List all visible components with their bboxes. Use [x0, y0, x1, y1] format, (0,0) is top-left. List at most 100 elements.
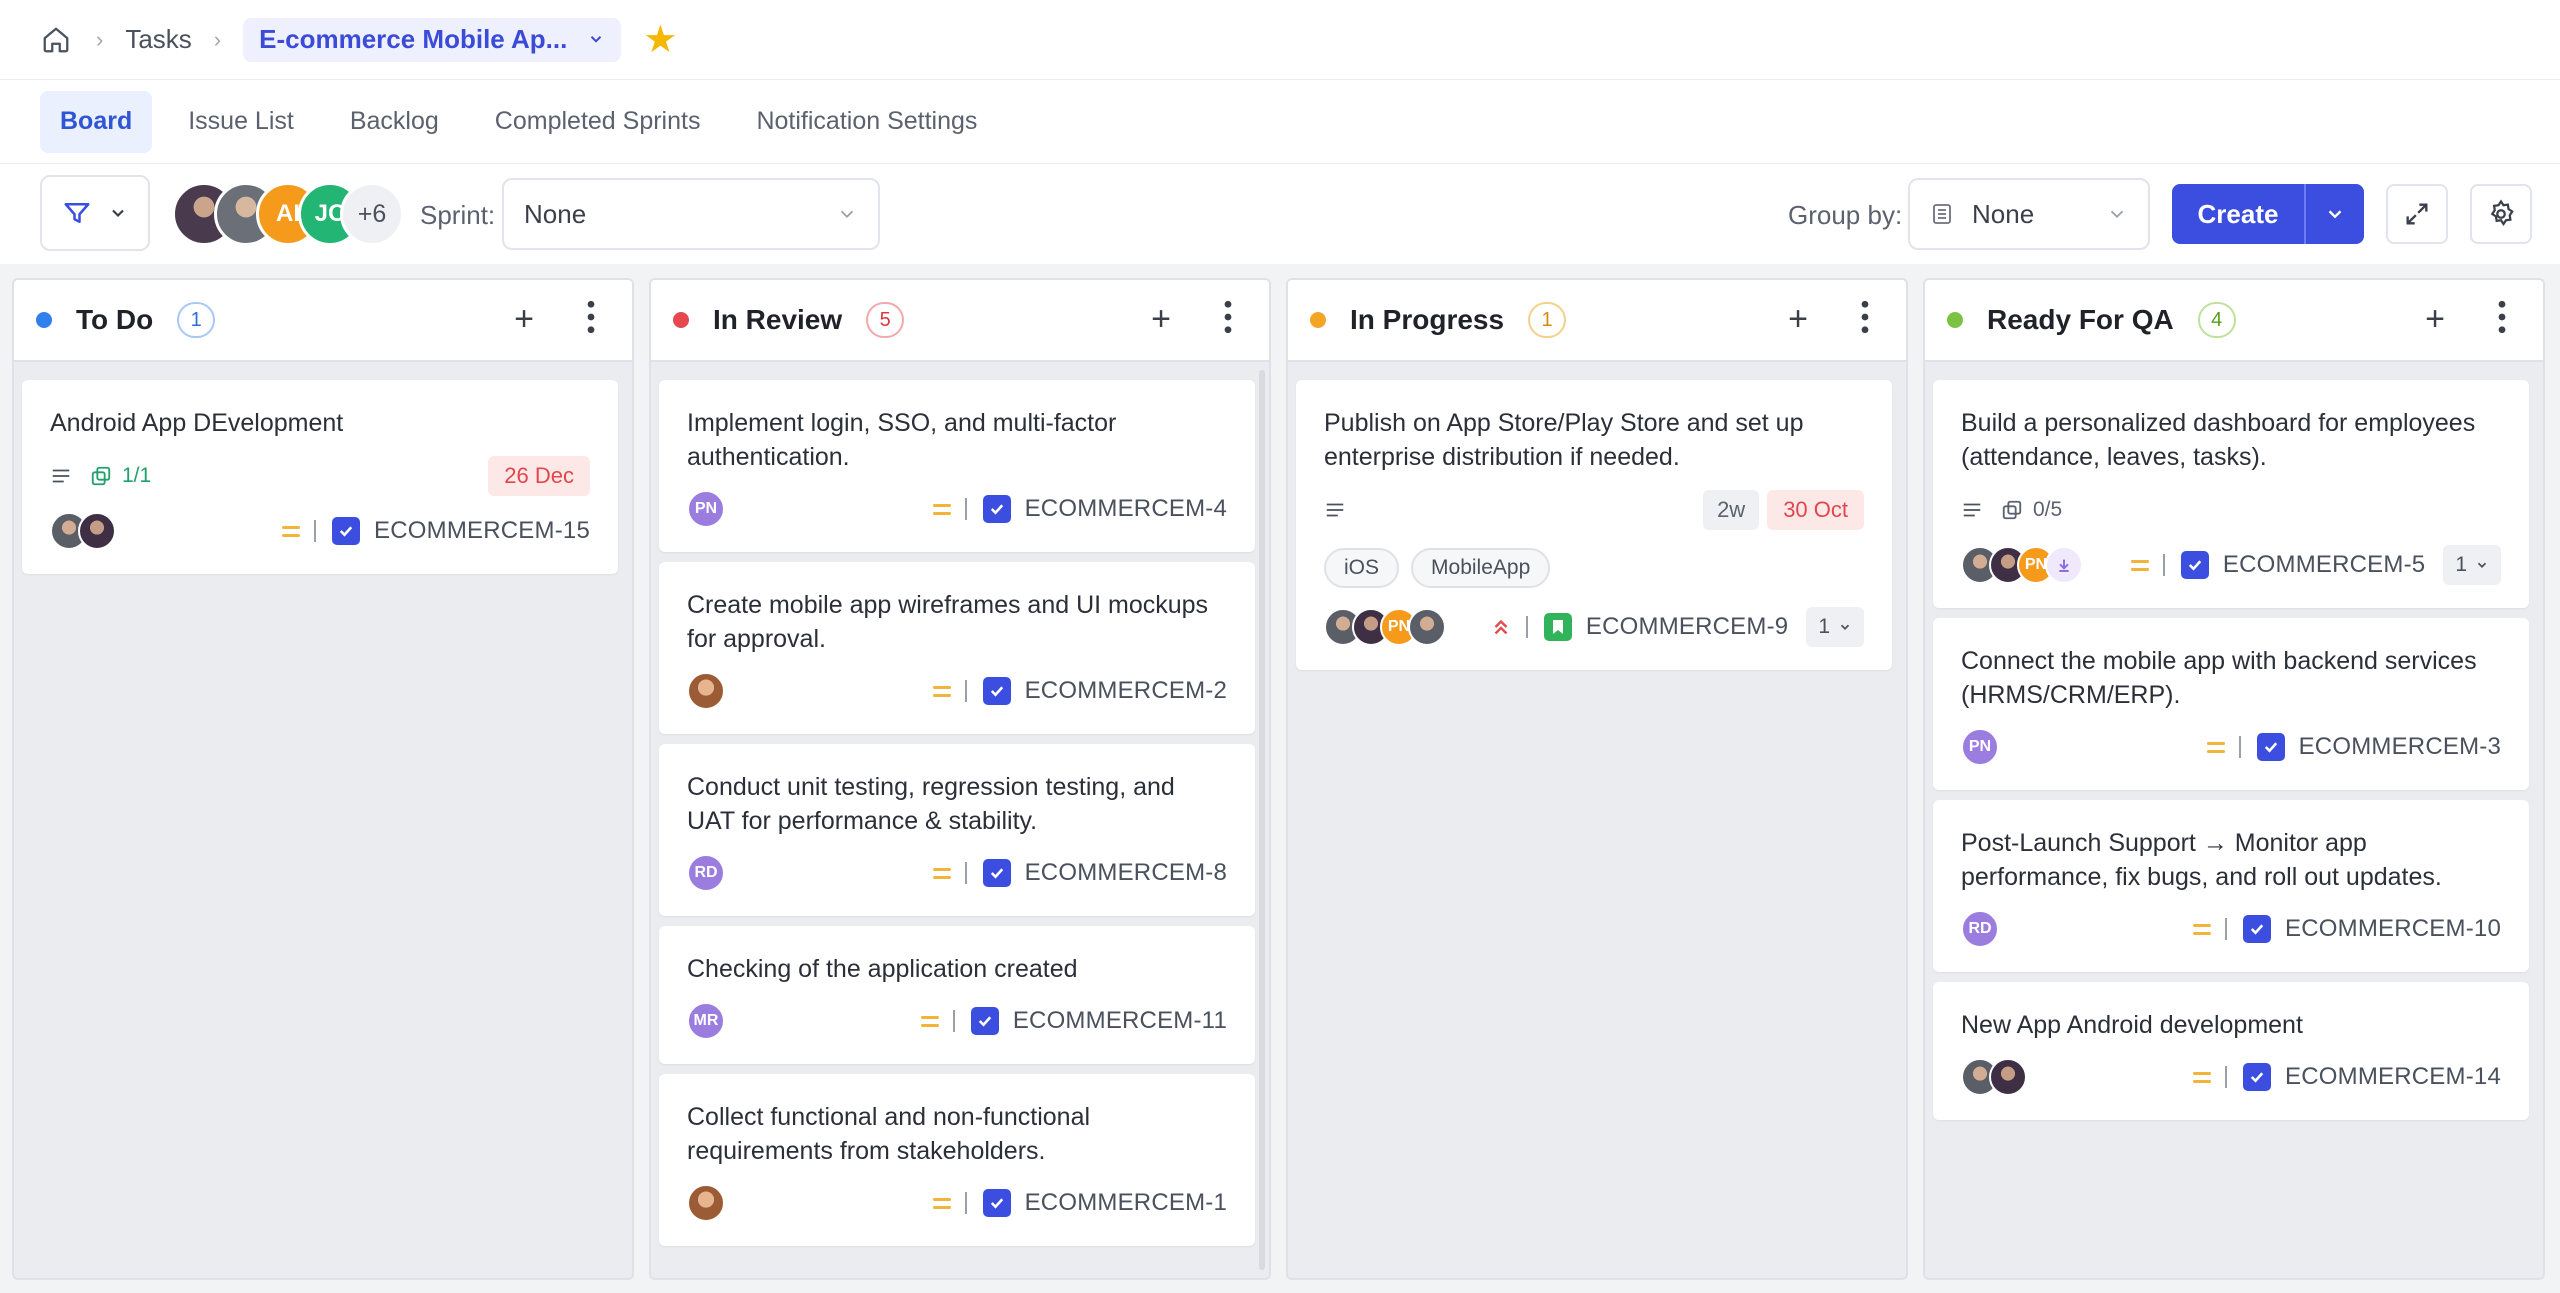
project-name: E-commerce Mobile Ap... — [259, 24, 568, 54]
task-type-icon — [2243, 915, 2272, 943]
tab-board[interactable]: Board — [40, 90, 153, 153]
home-icon[interactable] — [38, 22, 74, 58]
task-type-icon — [982, 1189, 1011, 1217]
avatar[interactable]: PN — [687, 490, 725, 528]
issue-key[interactable]: ECOMMERCEM-14 — [2285, 1063, 2501, 1091]
priority-medium-icon — [932, 867, 951, 879]
groupby-select[interactable]: None — [1908, 178, 2150, 250]
task-card[interactable]: Connect the mobile app with backend serv… — [1933, 618, 2529, 790]
add-card-button[interactable]: + — [1788, 302, 1808, 336]
task-type-icon — [2180, 551, 2209, 579]
card-title: Build a personalized dashboard for emplo… — [1961, 409, 2476, 471]
task-card[interactable]: Conduct unit testing, regression testing… — [659, 744, 1255, 916]
issue-key[interactable]: ECOMMERCEM-3 — [2299, 733, 2501, 761]
column-scrollbar[interactable] — [1259, 370, 1265, 1270]
column-title: Ready For QA — [1987, 304, 2174, 335]
description-icon — [1326, 503, 1344, 517]
priority-medium-icon — [932, 685, 951, 697]
task-card[interactable]: Android App DEvelopment 1/1 26 Dec ECOMM… — [22, 380, 618, 574]
tab-notification-settings[interactable]: Notification Settings — [736, 91, 997, 153]
card-title: Implement login, SSO, and multi-factor a… — [687, 409, 1117, 471]
more-options-icon[interactable] — [2497, 300, 2507, 339]
sprint-select[interactable]: None — [502, 178, 880, 250]
more-members-button[interactable]: +6 — [340, 182, 404, 246]
task-card[interactable]: Create mobile app wireframes and UI mock… — [659, 562, 1255, 734]
task-type-icon — [2256, 733, 2285, 761]
tag[interactable]: MobileApp — [1411, 548, 1551, 588]
tab-completed-sprints[interactable]: Completed Sprints — [475, 91, 721, 153]
priority-medium-icon — [282, 525, 301, 537]
avatar[interactable]: RD — [687, 854, 725, 892]
priority-high-icon — [1490, 616, 1512, 638]
issue-key[interactable]: ECOMMERCEM-15 — [374, 517, 590, 545]
create-dropdown-button[interactable] — [2306, 184, 2364, 244]
task-card[interactable]: Post-Launch Support → Monitor app perfor… — [1933, 800, 2529, 972]
vote-count-badge[interactable]: 1 — [2443, 545, 2501, 585]
expand-icon — [2406, 203, 2428, 225]
tag[interactable]: iOS — [1324, 548, 1400, 588]
vote-count: 1 — [2455, 553, 2467, 576]
issue-key[interactable]: ECOMMERCEM-1 — [1025, 1189, 1227, 1217]
story-type-icon — [1543, 613, 1572, 641]
issue-key[interactable]: ECOMMERCEM-8 — [1025, 859, 1227, 887]
issue-key[interactable]: ECOMMERCEM-5 — [2223, 551, 2425, 579]
task-type-icon — [2243, 1063, 2272, 1091]
task-card[interactable]: Collect functional and non-functional re… — [659, 1074, 1255, 1246]
issue-key[interactable]: ECOMMERCEM-11 — [1013, 1007, 1227, 1035]
issue-key[interactable]: ECOMMERCEM-2 — [1025, 677, 1227, 705]
filter-button[interactable] — [40, 175, 150, 251]
groupby-value: None — [1972, 198, 2035, 229]
column-header: In Progress 1 + — [1288, 280, 1906, 362]
avatar[interactable] — [78, 512, 116, 550]
task-card[interactable]: Checking of the application created MR E… — [659, 926, 1255, 1064]
issue-key[interactable]: ECOMMERCEM-9 — [1586, 613, 1788, 641]
task-type-icon — [982, 495, 1011, 523]
breadcrumb-tasks[interactable]: Tasks — [125, 24, 191, 55]
add-card-button[interactable]: + — [2425, 302, 2445, 336]
more-options-icon[interactable] — [1860, 300, 1870, 339]
column-header: Ready For QA 4 + — [1925, 280, 2543, 362]
column-count: 1 — [177, 302, 216, 338]
status-dot — [1947, 312, 1963, 328]
avatar[interactable] — [1989, 1058, 2027, 1096]
create-button[interactable]: Create — [2172, 184, 2306, 244]
star-icon[interactable]: ★ — [643, 21, 677, 59]
priority-medium-icon — [2193, 923, 2212, 935]
estimate-badge: 2w — [1703, 490, 1760, 530]
toolbar: AI JC +6 Sprint: None Group by: None Cre… — [0, 164, 2560, 264]
avatar[interactable] — [1408, 608, 1446, 646]
priority-medium-icon — [920, 1015, 939, 1027]
vote-count-badge[interactable]: 1 — [1806, 607, 1864, 647]
more-options-icon[interactable] — [586, 300, 596, 339]
add-card-button[interactable]: + — [514, 302, 534, 336]
settings-icon — [2490, 199, 2514, 227]
more-options-icon[interactable] — [1223, 300, 1233, 339]
issue-key[interactable]: ECOMMERCEM-4 — [1025, 495, 1227, 523]
expand-button[interactable] — [2386, 184, 2448, 244]
avatar[interactable] — [687, 1184, 725, 1222]
chevron-down-icon — [2328, 210, 2342, 219]
subtask-count: 0/5 — [2033, 498, 2063, 521]
avatar[interactable]: RD — [1961, 910, 1999, 948]
issue-key[interactable]: ECOMMERCEM-10 — [2285, 915, 2501, 943]
tab-issue-list[interactable]: Issue List — [168, 91, 314, 153]
task-card[interactable]: Publish on App Store/Play Store and set … — [1296, 380, 1892, 670]
tab-backlog[interactable]: Backlog — [330, 91, 459, 153]
chevron-down-icon — [2477, 562, 2487, 568]
chevron-right-icon: › — [213, 26, 222, 52]
column-title: To Do — [76, 304, 154, 335]
task-card[interactable]: Build a personalized dashboard for emplo… — [1933, 380, 2529, 608]
avatar[interactable] — [2045, 546, 2083, 584]
add-card-button[interactable]: + — [1151, 302, 1171, 336]
avatar[interactable]: PN — [1961, 728, 1999, 766]
create-button-group: Create — [2172, 184, 2364, 244]
card-title: Create mobile app wireframes and UI mock… — [687, 591, 1209, 653]
project-selector[interactable]: E-commerce Mobile Ap... — [243, 17, 622, 62]
subtask-icon — [91, 466, 111, 486]
chevron-down-icon — [587, 24, 605, 55]
board-settings-button[interactable] — [2470, 184, 2532, 244]
avatar[interactable]: MR — [687, 1002, 725, 1040]
task-card[interactable]: New App Android development ECOMMERCEM-1… — [1933, 982, 2529, 1120]
avatar[interactable] — [687, 672, 725, 710]
task-card[interactable]: Implement login, SSO, and multi-factor a… — [659, 380, 1255, 552]
